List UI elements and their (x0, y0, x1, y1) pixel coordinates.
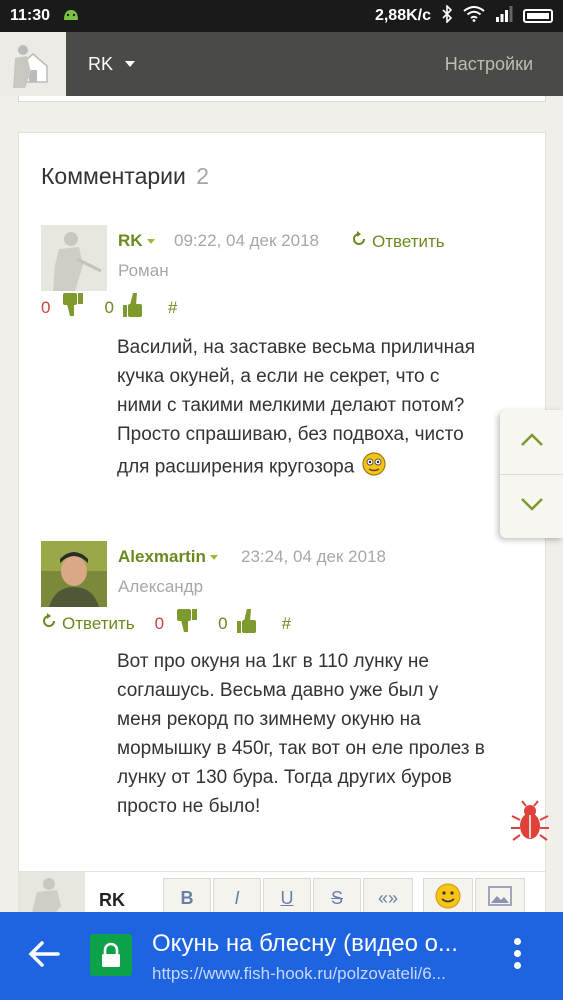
user-menu[interactable]: RK (88, 53, 136, 75)
signal-icon (495, 5, 513, 27)
chevron-down-icon (125, 61, 136, 67)
overflow-menu-icon[interactable] (514, 938, 521, 969)
page-title[interactable]: Окунь на блесну (видео о... (152, 930, 502, 958)
thumbs-down-icon[interactable] (62, 292, 84, 323)
settings-link[interactable]: Настройки (445, 54, 533, 75)
android-icon (62, 6, 80, 27)
comment-author-label: RK (118, 231, 143, 250)
smiley-emoji-icon (360, 449, 388, 486)
smiley-icon (435, 883, 461, 914)
comment-date: 09:22, 04 дек 2018 (174, 231, 319, 250)
comment-editor: RK B I U S «» (18, 872, 546, 918)
back-arrow-icon[interactable] (28, 940, 60, 973)
scroll-up-button[interactable] (500, 410, 563, 474)
reply-label: Ответить (62, 613, 135, 633)
comment-author[interactable]: Alexmartin (118, 547, 218, 567)
vote-bar: 0 0 # (41, 291, 177, 324)
reply-button[interactable]: Ответить (351, 231, 445, 252)
thumbs-up-icon[interactable] (122, 291, 146, 324)
page-url[interactable]: https://www.fish-hook.ru/polzovateli/6..… (152, 964, 502, 984)
user-menu-label: RK (88, 53, 114, 74)
comment-text: Василий, на заставке весьма приличная ку… (117, 333, 487, 486)
avatar[interactable] (41, 541, 107, 607)
battery-icon (523, 9, 553, 23)
site-logo[interactable] (0, 32, 66, 96)
comments-panel: Комментарии 2 RK 09:22, 04 дек 2018 Отве… (18, 132, 546, 872)
image-icon (488, 885, 512, 911)
top-navigation: RK Настройки (0, 32, 563, 96)
comments-count: 2 (196, 163, 210, 189)
network-speed: 2,88K/c (374, 7, 431, 24)
chevron-down-icon (146, 239, 155, 245)
comment: Alexmartin 23:24, 04 дек 2018 Александр … (41, 541, 531, 841)
chevron-down-icon (209, 555, 218, 561)
status-bar: 11:30 2,88K/c (0, 0, 563, 32)
permalink-link[interactable]: # (282, 614, 291, 634)
down-vote-count: 0 (41, 297, 51, 317)
wifi-icon (463, 5, 485, 27)
thumbs-down-icon[interactable] (176, 608, 198, 639)
comment-date: 23:24, 04 дек 2018 (241, 547, 386, 566)
scroll-down-button[interactable] (500, 474, 563, 538)
down-vote-count: 0 (154, 613, 165, 633)
lock-icon[interactable] (90, 934, 132, 976)
comments-title: Комментарии 2 (41, 163, 209, 190)
reply-icon (351, 231, 367, 252)
browser-url-bar: Окунь на блесну (видео о... https://www.… (0, 912, 563, 1000)
content-edge (18, 96, 546, 102)
editor-user-name: RK (99, 890, 125, 910)
reply-label: Ответить (372, 231, 445, 251)
thumbs-up-icon[interactable] (236, 607, 260, 640)
comment-real-name: Роман (118, 261, 169, 280)
comment: RK 09:22, 04 дек 2018 Ответить Роман 0 0… (41, 225, 531, 515)
comment-text-content: Василий, на заставке весьма приличная ку… (117, 337, 476, 478)
reply-icon (41, 613, 57, 634)
clock: 11:30 (10, 7, 51, 24)
comments-title-label: Комментарии (41, 163, 186, 189)
bluetooth-icon (441, 3, 453, 28)
comment-real-name: Александр (118, 577, 204, 596)
comment-author[interactable]: RK (118, 231, 155, 251)
comment-author-label: Alexmartin (118, 547, 206, 566)
chevron-down-icon (520, 497, 544, 516)
up-vote-count: 0 (104, 297, 114, 317)
reply-button[interactable]: Ответить (41, 613, 135, 634)
chevron-up-icon (520, 432, 544, 452)
permalink-link[interactable]: # (168, 298, 177, 318)
avatar (19, 872, 85, 916)
up-vote-count: 0 (218, 613, 228, 633)
comment-text: Вот про окуня на 1кг в 110 лунку не согл… (117, 651, 485, 817)
avatar[interactable] (41, 225, 107, 291)
scroll-controls (500, 410, 563, 538)
vote-bar: Ответить 0 0 # (41, 607, 291, 640)
bug-report-icon[interactable] (510, 800, 550, 849)
